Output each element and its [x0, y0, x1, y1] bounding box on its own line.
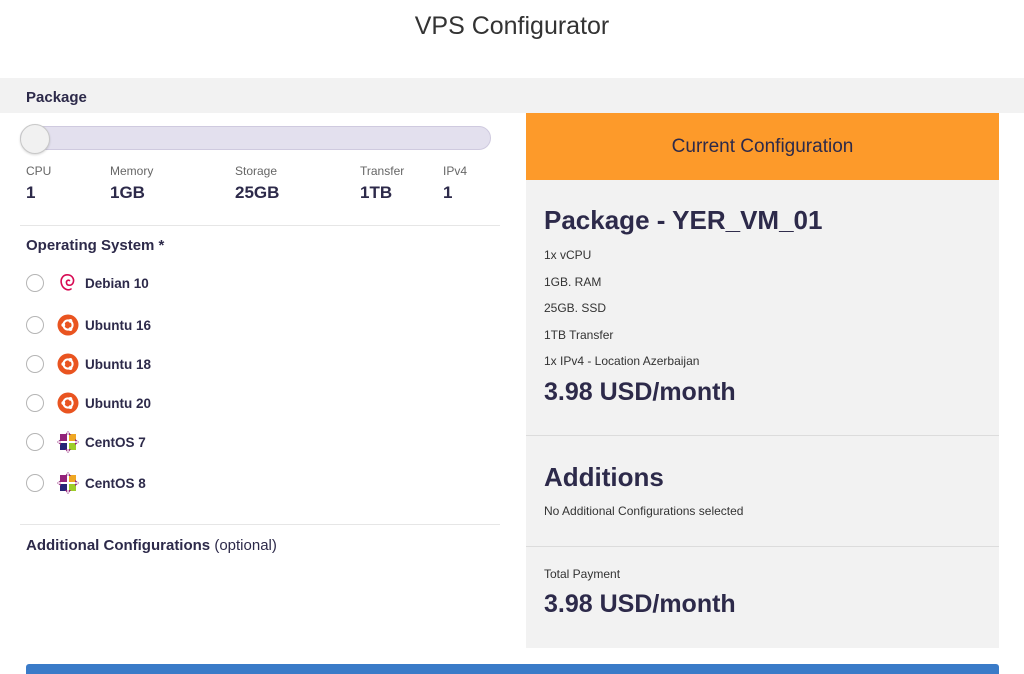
package-title: Package - YER_VM_01 [544, 205, 823, 235]
package-spec-line: 1x IPv4 - Location Azerbaijan [544, 354, 700, 368]
os-option-ubuntu-16[interactable]: Ubuntu 16 [26, 313, 151, 337]
spec-value: 1GB [110, 183, 145, 202]
os-option-centos-8[interactable]: CentOS 8 [26, 471, 146, 495]
package-slider-track[interactable] [20, 126, 491, 150]
spec-value: 1TB [360, 183, 393, 202]
additions-title: Additions [544, 462, 664, 492]
additional-heading-text: Additional Configurations [26, 537, 211, 554]
package-spec-line: 1x vCPU [544, 248, 592, 262]
os-label: Ubuntu 16 [85, 317, 151, 333]
spec-label: Transfer [360, 164, 405, 178]
package-heading: Package [26, 89, 87, 106]
package-price: 3.98 USD/month [544, 378, 736, 406]
package-slider-handle[interactable] [20, 124, 50, 154]
spec-label: Memory [110, 164, 154, 178]
os-option-ubuntu-18[interactable]: Ubuntu 18 [26, 352, 151, 376]
section-divider [20, 524, 500, 525]
panel-divider [526, 435, 999, 436]
section-divider [20, 225, 500, 226]
os-radio[interactable] [26, 474, 44, 492]
panel-divider [526, 546, 999, 547]
os-heading: Operating System * [26, 237, 165, 254]
ubuntu-icon [57, 353, 79, 375]
spec-memory: Memory 1GB [110, 164, 153, 203]
order-button[interactable] [26, 664, 999, 674]
spec-storage: Storage 25GB [235, 164, 279, 203]
package-spec-line: 1GB. RAM [544, 275, 602, 289]
os-label: Ubuntu 18 [85, 356, 151, 372]
spec-value: 25GB [235, 183, 280, 202]
summary-header: Current Configuration [526, 113, 999, 180]
centos-icon [57, 431, 79, 453]
debian-icon [57, 272, 79, 294]
centos-icon [57, 472, 79, 494]
spec-label: Storage [235, 164, 278, 178]
os-label: Ubuntu 20 [85, 395, 151, 411]
spec-transfer: Transfer 1TB [360, 164, 404, 203]
total-price: 3.98 USD/month [544, 590, 736, 618]
spec-value: 1 [26, 183, 36, 202]
spec-label: IPv4 [443, 164, 468, 178]
additions-text: No Additional Configurations selected [544, 504, 744, 518]
os-radio[interactable] [26, 394, 44, 412]
os-option-debian-10[interactable]: Debian 10 [26, 271, 149, 295]
os-label: Debian 10 [85, 275, 149, 291]
total-payment-label: Total Payment [544, 567, 621, 581]
package-spec-line: 25GB. SSD [544, 301, 607, 315]
spec-ipv4: IPv4 1 [443, 164, 467, 203]
ubuntu-icon [57, 392, 79, 414]
optional-note: (optional) [214, 537, 277, 554]
spec-value: 1 [443, 183, 453, 202]
os-radio[interactable] [26, 274, 44, 292]
os-radio[interactable] [26, 355, 44, 373]
package-section-band [0, 78, 1024, 113]
spec-cpu: CPU 1 [26, 164, 51, 203]
os-radio[interactable] [26, 433, 44, 451]
os-label: CentOS 8 [85, 475, 146, 491]
additional-configurations-heading: Additional Configurations (optional) [26, 537, 277, 554]
os-radio[interactable] [26, 316, 44, 334]
os-option-ubuntu-20[interactable]: Ubuntu 20 [26, 391, 151, 415]
ubuntu-icon [57, 314, 79, 336]
page-title: VPS Configurator [414, 12, 610, 40]
os-option-centos-7[interactable]: CentOS 7 [26, 430, 146, 454]
os-label: CentOS 7 [85, 434, 146, 450]
package-spec-line: 1TB Transfer [544, 328, 614, 342]
spec-label: CPU [26, 164, 52, 178]
